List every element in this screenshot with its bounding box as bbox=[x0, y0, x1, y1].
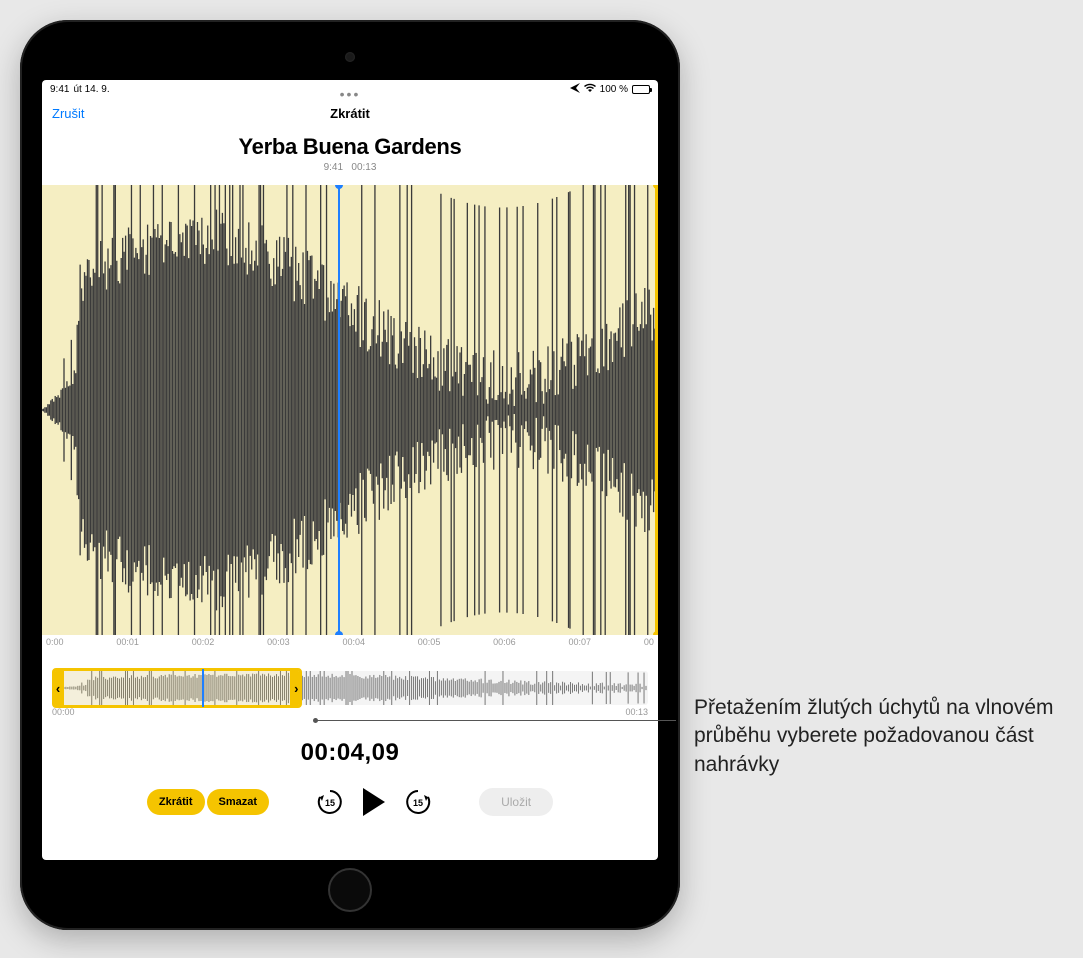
battery-icon bbox=[632, 85, 650, 94]
skip-back-15-button[interactable]: 15 bbox=[315, 787, 345, 817]
save-button[interactable]: Uložit bbox=[479, 788, 553, 816]
status-date: út 14. 9. bbox=[73, 84, 109, 95]
callout-text: Přetažením žlutých úchytů na vlnovém prů… bbox=[694, 694, 1064, 779]
trim-handle-left[interactable]: ‹ bbox=[52, 671, 64, 705]
ruler-tick: 00:06 bbox=[493, 637, 516, 647]
recording-duration: 00:13 bbox=[351, 162, 376, 173]
trim-end-marker[interactable] bbox=[655, 185, 658, 635]
trim-selection[interactable]: ‹ › bbox=[52, 668, 302, 708]
waveform-overview[interactable]: ‹ › bbox=[52, 671, 648, 705]
ruler-tick: 00 bbox=[644, 637, 654, 647]
cancel-button[interactable]: Zrušit bbox=[52, 106, 85, 121]
wifi-icon bbox=[584, 83, 596, 95]
skip-forward-15-button[interactable]: 15 bbox=[403, 787, 433, 817]
delete-button[interactable]: Smazat bbox=[207, 789, 270, 815]
waveform-main[interactable] bbox=[42, 185, 658, 635]
ruler-tick: 00:02 bbox=[192, 637, 215, 647]
ruler-tick: 0:00 bbox=[46, 637, 64, 647]
play-button[interactable] bbox=[363, 788, 385, 816]
nav-title: Zkrátit bbox=[330, 106, 370, 121]
waveform-svg bbox=[42, 185, 658, 635]
timecode: 00:04,09 bbox=[42, 739, 658, 767]
ruler-tick: 00:04 bbox=[342, 637, 365, 647]
location-icon bbox=[570, 83, 580, 96]
time-ruler: 0:00 00:01 00:02 00:03 00:04 00:05 00:06… bbox=[42, 635, 658, 647]
nav-bar: ••• Zrušit Zkrátit bbox=[42, 98, 658, 128]
trim-delete-group: Zkrátit Smazat bbox=[147, 789, 269, 815]
ruler-tick: 00:05 bbox=[418, 637, 441, 647]
screen: 9:41 út 14. 9. 100 % ••• Zrušit Zkrátit bbox=[42, 80, 658, 860]
overview-playhead[interactable] bbox=[202, 669, 204, 707]
trim-button[interactable]: Zkrátit bbox=[147, 789, 205, 815]
overview-start: 00:00 bbox=[52, 707, 75, 717]
trim-handle-right[interactable]: › bbox=[290, 671, 302, 705]
recording-header: Yerba Buena Gardens 9:41 00:13 bbox=[42, 128, 658, 181]
camera-dot bbox=[345, 52, 355, 62]
ruler-tick: 00:03 bbox=[267, 637, 290, 647]
svg-text:15: 15 bbox=[413, 798, 423, 808]
overview-end: 00:13 bbox=[625, 707, 648, 717]
playhead[interactable] bbox=[338, 185, 340, 635]
ruler-tick: 00:01 bbox=[116, 637, 139, 647]
recording-title: Yerba Buena Gardens bbox=[42, 134, 658, 160]
recording-time: 9:41 bbox=[324, 162, 343, 173]
home-button[interactable] bbox=[328, 868, 372, 912]
battery-percent: 100 % bbox=[600, 84, 628, 95]
svg-text:15: 15 bbox=[325, 798, 335, 808]
status-time: 9:41 bbox=[50, 84, 69, 95]
ruler-tick: 00:07 bbox=[569, 637, 592, 647]
controls-row: Zkrátit Smazat 15 15 Uložit bbox=[42, 787, 658, 817]
recording-meta: 9:41 00:13 bbox=[42, 162, 658, 173]
callout-line bbox=[316, 720, 676, 721]
ipad-frame: 9:41 út 14. 9. 100 % ••• Zrušit Zkrátit bbox=[20, 20, 680, 930]
more-button[interactable]: ••• bbox=[340, 86, 361, 102]
